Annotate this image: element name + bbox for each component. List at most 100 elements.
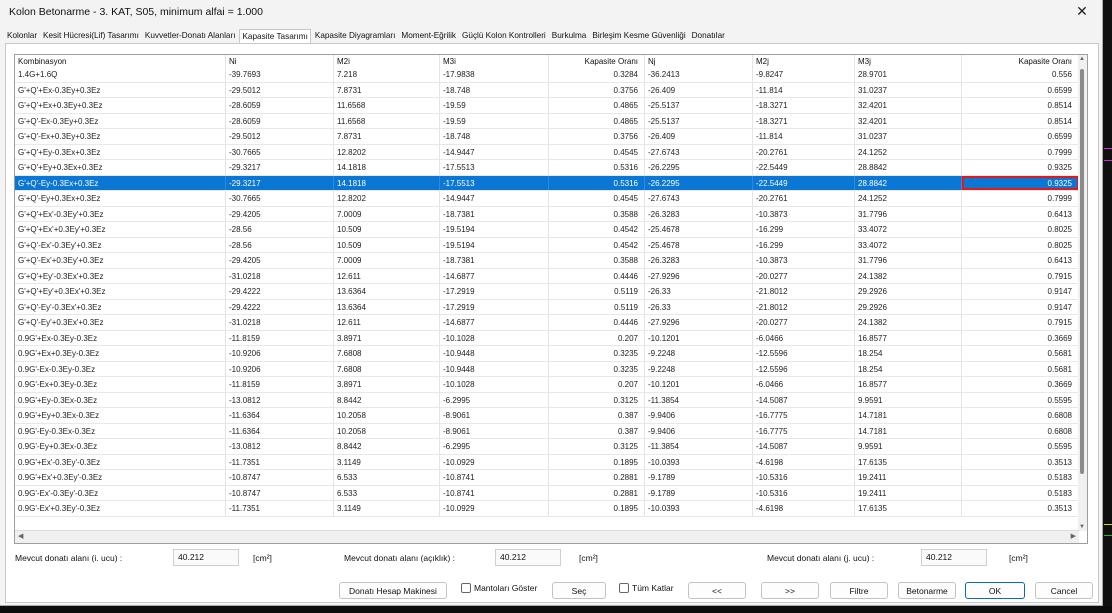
value-cell[interactable]: 17.6135	[855, 454, 962, 469]
value-cell[interactable]: -26.3283	[645, 253, 753, 268]
value-cell[interactable]: -10.0929	[440, 454, 549, 469]
value-cell[interactable]: 0.8514	[962, 113, 1079, 128]
value-cell[interactable]: -25.4678	[645, 237, 753, 252]
table-row[interactable]: G'+Q'+Ey+0.3Ex+0.3Ez -29.3217 14.1818 -17.5…	[15, 160, 1079, 176]
table-row[interactable]: G'+Q'-Ex+0.3Ey+0.3Ez -29.5012 7.8731 -18.74…	[15, 129, 1079, 145]
value-cell[interactable]: -10.1028	[440, 377, 549, 392]
value-cell[interactable]: -22.5449	[753, 160, 855, 175]
table-row-selected[interactable]: G'+Q'-Ey-0.3Ex+0.3Ez -29.3217 14.1818 -17.5…	[15, 175, 1079, 191]
scroll-up-icon[interactable]: ▲	[1079, 56, 1085, 62]
value-cell[interactable]: -18.748	[440, 82, 549, 97]
value-cell[interactable]: -11.6364	[226, 423, 334, 438]
value-cell[interactable]: 16.8577	[855, 377, 962, 392]
table-row[interactable]: G'+Q'-Ex-0.3Ey+0.3Ez -28.6059 11.6568 -19.5…	[15, 113, 1079, 129]
table-row[interactable]: 0.9G'-Ey-0.3Ex-0.3Ez -11.6364 10.2058 -8.90…	[15, 423, 1079, 439]
value-cell[interactable]: 18.254	[855, 361, 962, 376]
column-header[interactable]: Kapasite Oranı	[962, 55, 1079, 67]
value-cell[interactable]: 0.7915	[962, 315, 1079, 330]
value-cell[interactable]: -10.8747	[226, 470, 334, 485]
combination-cell[interactable]: G'+Q'-Ey'-0.3Ex'+0.3Ez	[15, 299, 226, 314]
value-cell[interactable]: -29.5012	[226, 82, 334, 97]
value-cell[interactable]: 0.9147	[962, 299, 1079, 314]
table-row[interactable]: 1.4G+1.6Q -39.7693 7.218 -17.9838 0.3284 -36.…	[15, 67, 1079, 83]
close-button[interactable]: ✕	[1062, 0, 1102, 23]
value-cell[interactable]: 14.7181	[855, 408, 962, 423]
combination-cell[interactable]: 0.9G'-Ey-0.3Ex-0.3Ez	[15, 423, 226, 438]
value-cell[interactable]: 0.1895	[549, 454, 645, 469]
value-cell[interactable]: 0.3125	[549, 439, 645, 454]
tab-5[interactable]: Moment-Eğrilik	[399, 29, 458, 43]
value-cell[interactable]: -10.3873	[753, 253, 855, 268]
combination-cell[interactable]: G'+Q'-Ey+0.3Ex+0.3Ez	[15, 191, 226, 206]
value-cell[interactable]: 0.3125	[549, 392, 645, 407]
value-cell[interactable]: -10.1028	[440, 330, 549, 345]
value-cell[interactable]: 28.9701	[855, 67, 962, 82]
value-cell[interactable]: -11.3854	[645, 392, 753, 407]
value-cell[interactable]: 32.4201	[855, 98, 962, 113]
value-cell[interactable]: -16.299	[753, 237, 855, 252]
value-cell[interactable]: -9.1789	[645, 470, 753, 485]
value-cell[interactable]: 0.3235	[549, 361, 645, 376]
value-cell[interactable]: 7.8731	[334, 129, 440, 144]
value-cell[interactable]: 0.3669	[962, 330, 1079, 345]
value-cell[interactable]: 0.556	[962, 67, 1079, 82]
value-cell[interactable]: -10.0393	[645, 454, 753, 469]
value-cell[interactable]: 19.2411	[855, 470, 962, 485]
value-cell[interactable]: 10.2058	[334, 423, 440, 438]
value-cell[interactable]: 7.6808	[334, 361, 440, 376]
vertical-scrollbar[interactable]: ▲ ▼	[1078, 55, 1087, 531]
value-cell[interactable]: -6.0466	[753, 377, 855, 392]
value-cell[interactable]: 9.9591	[855, 392, 962, 407]
value-cell[interactable]: 0.5681	[962, 361, 1079, 376]
table-row[interactable]: 0.9G'-Ex+0.3Ey-0.3Ez -11.8159 3.8971 -10.10…	[15, 377, 1079, 393]
value-cell[interactable]: -10.8741	[440, 485, 549, 500]
value-cell[interactable]: -14.9447	[440, 144, 549, 159]
value-cell[interactable]: -9.2248	[645, 361, 753, 376]
value-cell[interactable]: 0.9325	[962, 175, 1079, 190]
value-cell[interactable]: -6.2995	[440, 392, 549, 407]
column-header[interactable]: M2j	[753, 55, 855, 67]
value-cell[interactable]: -28.56	[226, 222, 334, 237]
value-cell[interactable]: 14.1818	[334, 160, 440, 175]
value-cell[interactable]: 3.1149	[334, 454, 440, 469]
value-cell[interactable]: -29.5012	[226, 129, 334, 144]
value-cell[interactable]: 7.0009	[334, 206, 440, 221]
table-row[interactable]: 0.9G'-Ex'-0.3Ey'-0.3Ez -10.8747 6.533 -10.8…	[15, 485, 1079, 501]
value-cell[interactable]: 0.5595	[962, 392, 1079, 407]
value-cell[interactable]: 19.2411	[855, 485, 962, 500]
table-row[interactable]: 0.9G'+Ey-0.3Ex-0.3Ez -13.0812 8.8442 -6.299…	[15, 392, 1079, 408]
value-cell[interactable]: -20.2761	[753, 191, 855, 206]
tab-1[interactable]: Kesit Hücresi(Lif) Tasarımı	[41, 29, 141, 43]
column-header[interactable]: Kombinasyon	[15, 55, 226, 67]
combination-cell[interactable]: G'+Q'-Ex'-0.3Ey'+0.3Ez	[15, 237, 226, 252]
value-cell[interactable]: -26.3283	[645, 206, 753, 221]
value-cell[interactable]: 0.9147	[962, 284, 1079, 299]
value-cell[interactable]: -26.33	[645, 284, 753, 299]
value-cell[interactable]: 0.4446	[549, 268, 645, 283]
value-cell[interactable]: 0.6599	[962, 129, 1079, 144]
value-cell[interactable]: 3.1149	[334, 501, 440, 516]
value-cell[interactable]: -25.4678	[645, 222, 753, 237]
value-cell[interactable]: -13.0812	[226, 392, 334, 407]
value-cell[interactable]: -19.5194	[440, 237, 549, 252]
filter-button[interactable]: Filtre	[830, 582, 888, 599]
value-cell[interactable]: -19.59	[440, 113, 549, 128]
tab-7[interactable]: Burkulma	[550, 29, 589, 43]
column-header[interactable]: Kapasite Oranı	[549, 55, 645, 67]
value-cell[interactable]: -20.0277	[753, 315, 855, 330]
value-cell[interactable]: 0.3235	[549, 346, 645, 361]
value-cell[interactable]: 0.4865	[549, 98, 645, 113]
value-cell[interactable]: 0.4542	[549, 222, 645, 237]
value-cell[interactable]: -27.9296	[645, 268, 753, 283]
value-cell[interactable]: -14.5087	[753, 439, 855, 454]
value-cell[interactable]: -28.56	[226, 237, 334, 252]
combination-cell[interactable]: 0.9G'-Ex'-0.3Ey'-0.3Ez	[15, 485, 226, 500]
value-cell[interactable]: 12.8202	[334, 191, 440, 206]
value-cell[interactable]: -29.4222	[226, 284, 334, 299]
value-cell[interactable]: -36.2413	[645, 67, 753, 82]
value-cell[interactable]: -12.5596	[753, 346, 855, 361]
value-cell[interactable]: -11.8159	[226, 330, 334, 345]
value-cell[interactable]: -11.814	[753, 129, 855, 144]
value-cell[interactable]: -4.6198	[753, 454, 855, 469]
value-cell[interactable]: -30.7665	[226, 144, 334, 159]
